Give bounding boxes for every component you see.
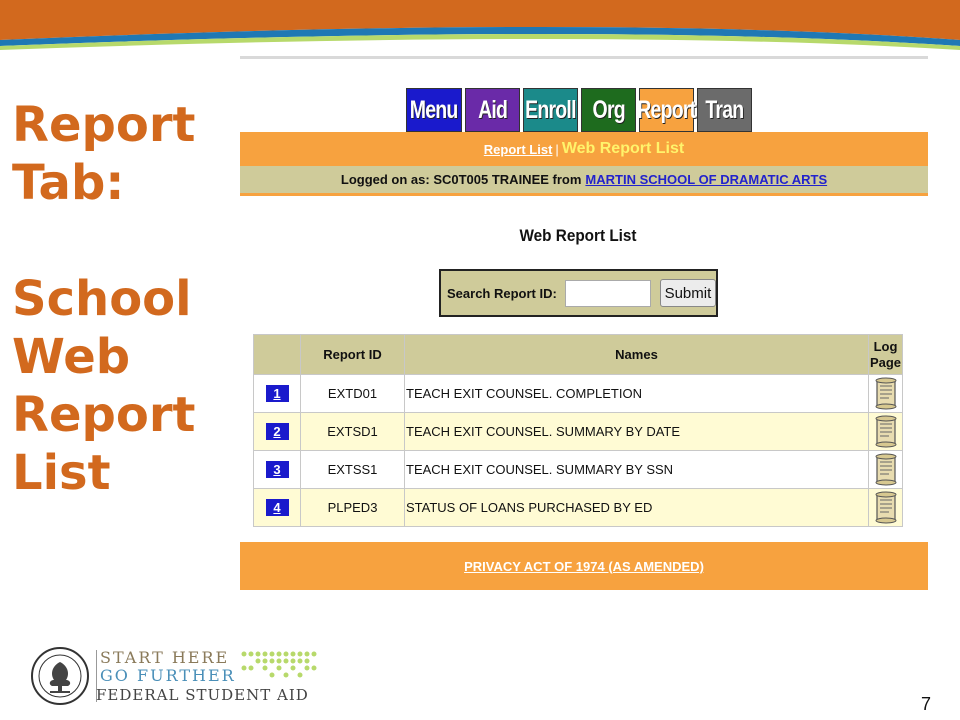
report-name-cell: TEACH EXIT COUNSEL. SUMMARY BY DATE (404, 412, 869, 451)
page-heading: Web Report List (519, 226, 637, 245)
report-number-link[interactable]: 2 (265, 423, 289, 440)
slide-title-line: Report (12, 97, 196, 153)
report-number-link[interactable]: 4 (265, 499, 289, 516)
header-swoosh (0, 0, 960, 50)
page-number: 7 (921, 694, 932, 714)
report-name-cell: STATUS OF LOANS PURCHASED BY ED (404, 488, 869, 527)
column-header-number (253, 334, 301, 375)
column-header-report-id: Report ID (300, 334, 405, 375)
breadcrumb-separator: | (555, 141, 559, 157)
tab-aid[interactable]: Aid (465, 88, 520, 132)
slide-title-line: Web (12, 329, 131, 385)
slide-title-line: Tab: (12, 155, 125, 211)
tab-enroll[interactable]: Enroll (523, 88, 578, 132)
log-page-scroll-icon[interactable] (874, 415, 898, 448)
main-tabs: Menu Aid Enroll Org Report Tran (406, 88, 752, 132)
slide-title-line: Report (12, 387, 196, 443)
breadcrumb: Report List | Web Report List (240, 132, 928, 166)
search-label: Search Report ID: (447, 285, 557, 301)
tab-report[interactable]: Report (637, 88, 696, 132)
panel-divider (240, 56, 928, 59)
school-link[interactable]: MARTIN SCHOOL OF DRAMATIC ARTS (585, 172, 827, 187)
report-id-cell: EXTSS1 (300, 450, 405, 489)
table-row: 2 EXTSD1 TEACH EXIT COUNSEL. SUMMARY BY … (253, 412, 903, 451)
slide-title-line: List (12, 445, 111, 501)
search-form: Search Report ID: Submit (439, 269, 718, 317)
log-page-scroll-icon[interactable] (874, 453, 898, 486)
logo-dots-icon (241, 651, 317, 678)
logo-federal-student-aid: FEDERAL STUDENT AID (96, 686, 309, 704)
tab-org[interactable]: Org (581, 88, 636, 132)
privacy-footer: PRIVACY ACT OF 1974 (AS AMENDED) (240, 542, 928, 590)
slide-title-line: School (12, 271, 192, 327)
table-header-row: Report ID Names Log Page (253, 334, 903, 375)
slide-title: Report Tab: School Web Report List (12, 96, 232, 502)
privacy-act-link[interactable]: PRIVACY ACT OF 1974 (AS AMENDED) (464, 559, 704, 574)
submit-button[interactable]: Submit (659, 279, 716, 307)
login-text: Logged on as: SC0T005 TRAINEE from (340, 172, 582, 187)
report-id-cell: PLPED3 (300, 488, 405, 527)
report-list-link[interactable]: Report List (484, 142, 553, 157)
log-page-scroll-icon[interactable] (874, 377, 898, 410)
table-row: 4 PLPED3 STATUS OF LOANS PURCHASED BY ED (253, 488, 903, 527)
tab-menu[interactable]: Menu (406, 88, 462, 132)
report-name-cell: TEACH EXIT COUNSEL. SUMMARY BY SSN (404, 450, 869, 489)
department-seal-icon (31, 647, 89, 705)
column-header-log-page: Log Page (868, 334, 903, 375)
login-info-bar: Logged on as: SC0T005 TRAINEE from MARTI… (240, 166, 928, 196)
report-number-link[interactable]: 1 (265, 385, 289, 402)
report-id-cell: EXTD01 (300, 374, 405, 413)
web-report-panel: Menu Aid Enroll Org Report Tran Report L… (240, 56, 928, 592)
report-number-link[interactable]: 3 (265, 461, 289, 478)
report-name-cell: TEACH EXIT COUNSEL. COMPLETION (404, 374, 869, 413)
report-id-cell: EXTSD1 (300, 412, 405, 451)
table-row: 1 EXTD01 TEACH EXIT COUNSEL. COMPLETION (253, 374, 903, 413)
table-row: 3 EXTSS1 TEACH EXIT COUNSEL. SUMMARY BY … (253, 450, 903, 489)
log-page-scroll-icon[interactable] (874, 491, 898, 524)
tab-tran[interactable]: Tran (697, 88, 752, 132)
logo-tagline-go: GO FURTHER (100, 666, 236, 685)
column-header-names: Names (404, 334, 869, 375)
report-table: Report ID Names Log Page 1 EXTD01 TEACH E… (253, 334, 903, 527)
breadcrumb-current: Web Report List (561, 140, 685, 157)
search-report-id-input[interactable] (564, 279, 651, 307)
logo-tagline-start: START HERE (100, 648, 230, 667)
fsa-logo: START HERE GO FURTHER FEDERAL STUDENT AI… (30, 644, 330, 708)
